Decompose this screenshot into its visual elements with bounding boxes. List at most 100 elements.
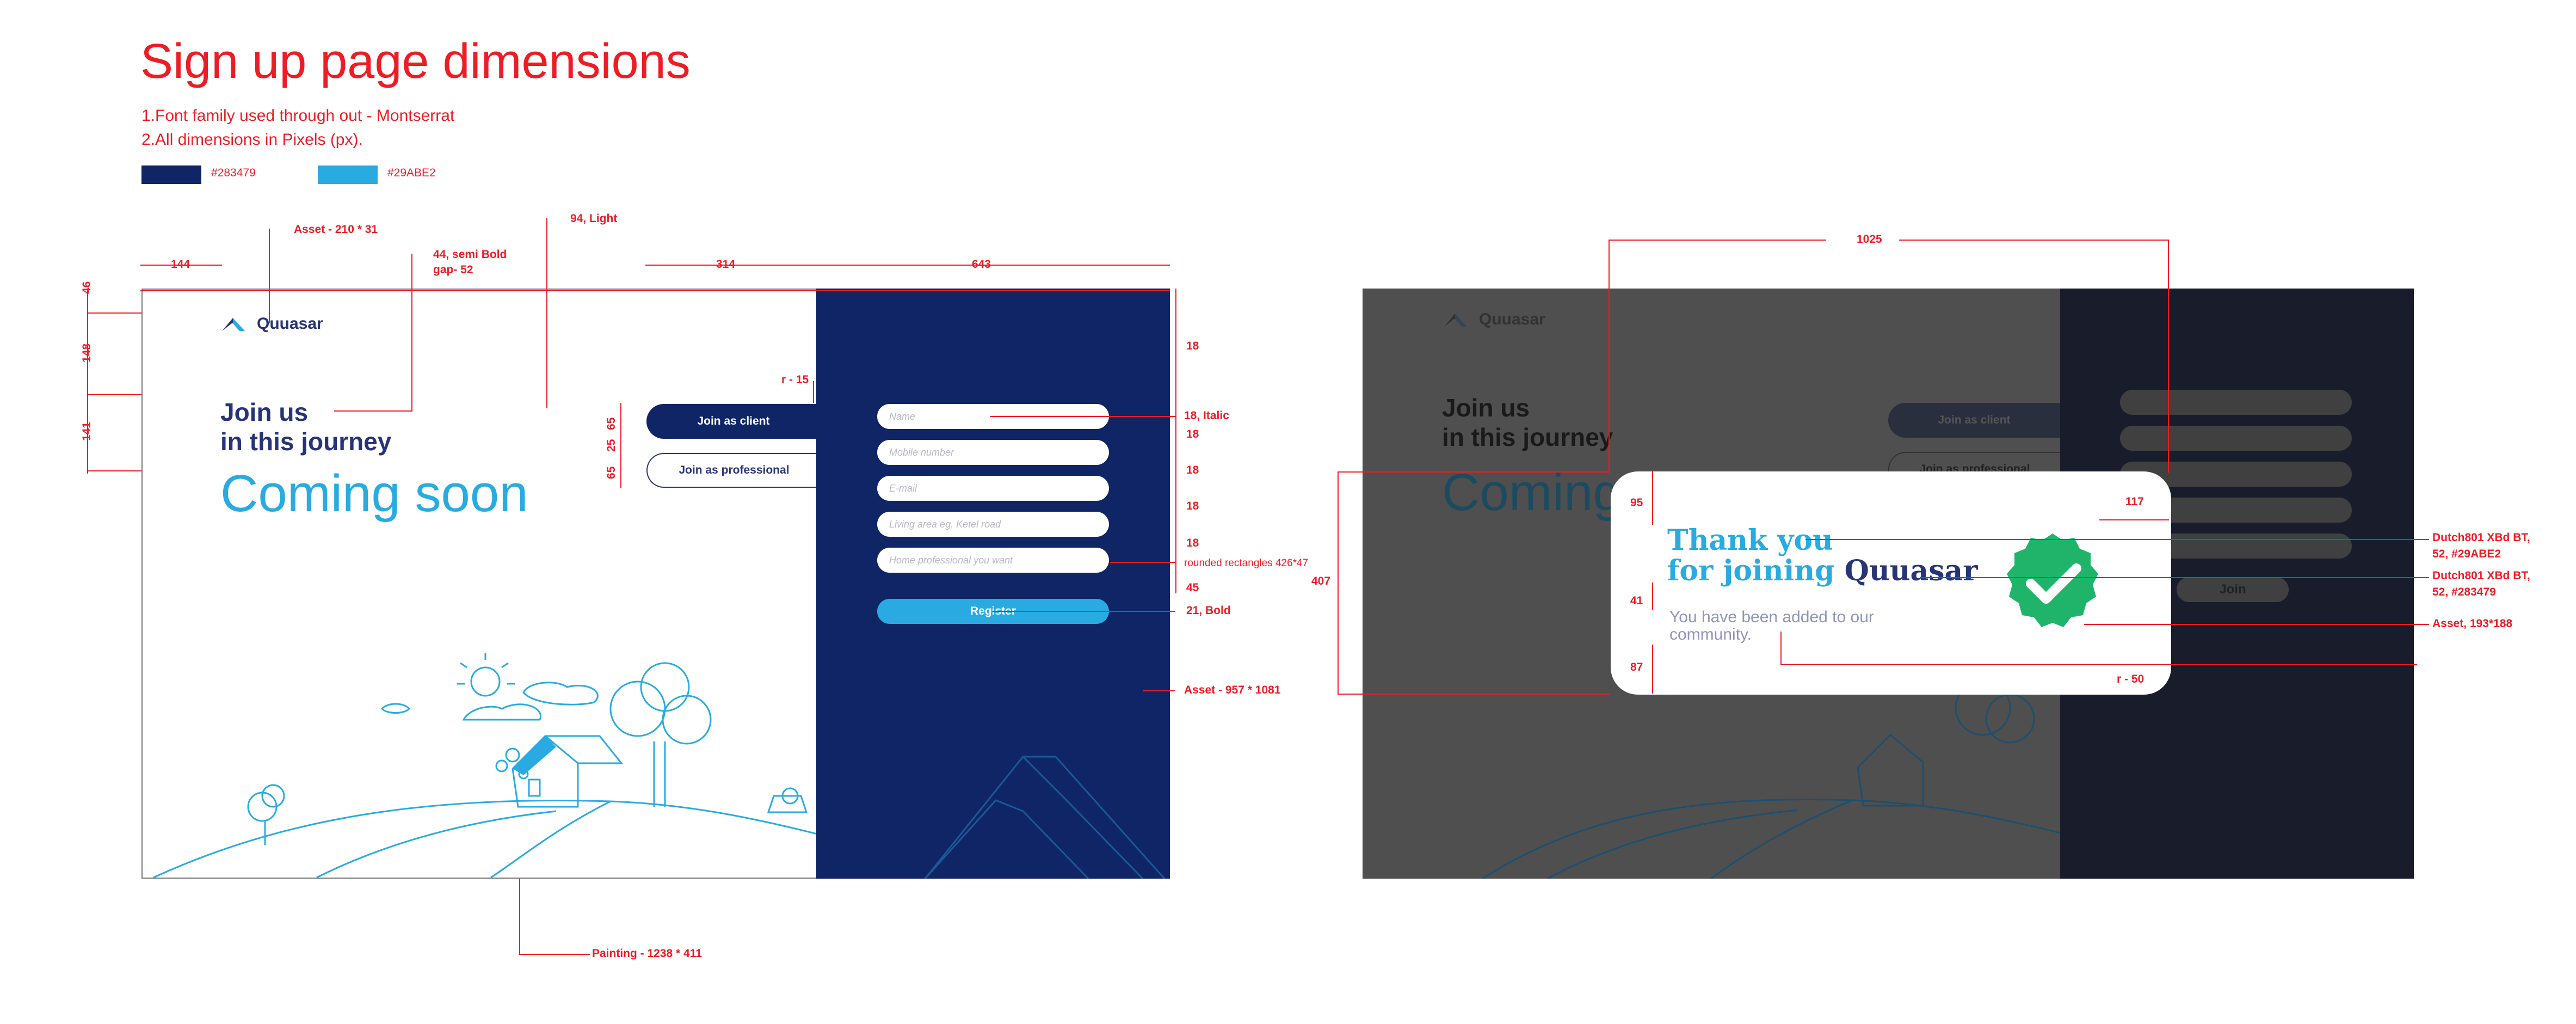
rounded-leader bbox=[1110, 562, 1175, 563]
added-message: You have been added to our community. bbox=[1669, 608, 1874, 643]
asset-right-leader bbox=[1143, 690, 1175, 691]
coming-soon-title: Coming soon bbox=[220, 464, 528, 523]
dim-join-button: Join bbox=[2177, 577, 2289, 602]
logo-mark-icon bbox=[222, 318, 245, 331]
tabs-dim-line bbox=[620, 403, 621, 488]
dim-top-line bbox=[140, 290, 1170, 291]
r15-leader bbox=[813, 381, 814, 403]
ann-18-top: 18 bbox=[1186, 340, 1199, 352]
mobile-field[interactable]: Mobile number bbox=[877, 440, 1109, 465]
ann-r50: r - 50 bbox=[2117, 673, 2144, 685]
ann-18-2: 18 bbox=[1186, 464, 1199, 476]
check-badge-icon bbox=[2007, 534, 2098, 627]
ann-95: 95 bbox=[1630, 496, 1643, 509]
ann-font-navy-2: 52, #283479 bbox=[2432, 586, 2496, 598]
ann-643: 643 bbox=[972, 258, 991, 271]
thank-you-modal: Thank you for joining Quuasar You have b… bbox=[1611, 471, 2171, 695]
ann-asset-logo: Asset - 210 * 31 bbox=[294, 223, 378, 236]
dim-tab-join-as-client: Join as client bbox=[1888, 403, 2060, 438]
ann-18-3: 18 bbox=[1186, 500, 1199, 512]
ann-asset-check: Asset, 193*188 bbox=[2432, 617, 2513, 630]
dim-field-2 bbox=[2120, 426, 2352, 451]
dim-left-vertical bbox=[87, 289, 88, 474]
dim-1025-top-l bbox=[1609, 240, 1826, 241]
navy-swatch bbox=[141, 165, 201, 184]
font-navy-leader bbox=[1921, 577, 2429, 578]
asset-logo-leader bbox=[269, 229, 270, 323]
tab-join-as-professional[interactable]: Join as professional bbox=[646, 453, 821, 488]
dim-407-vertical bbox=[1338, 471, 1339, 695]
signup-form-panel bbox=[816, 289, 1170, 879]
dim-41-line bbox=[1652, 582, 1653, 610]
ann-148: 148 bbox=[81, 343, 93, 363]
ann-65a: 65 bbox=[605, 417, 618, 430]
email-field[interactable]: E-mail bbox=[877, 476, 1109, 501]
message-leader-v bbox=[1780, 631, 1782, 665]
join-heading: Join us in this journey bbox=[220, 397, 391, 456]
italic-leader bbox=[990, 416, 1175, 417]
ann-light-94: 94, Light bbox=[570, 212, 618, 225]
ann-65b: 65 bbox=[605, 466, 618, 479]
dim-95-line bbox=[1652, 471, 1653, 525]
painting-leader bbox=[519, 879, 520, 955]
dim-117-line bbox=[2099, 519, 2169, 520]
ann-asset-right: Asset - 957 * 1081 bbox=[1184, 684, 1281, 696]
dim-407-top bbox=[1338, 471, 1610, 473]
brand-name: Quuasar bbox=[257, 315, 323, 333]
brand-logo: Quuasar bbox=[221, 315, 323, 333]
ann-painting: Painting - 1238 * 411 bbox=[592, 947, 702, 960]
bold-leader bbox=[993, 611, 1175, 612]
ann-semibold-44: 44, semi Bold bbox=[433, 248, 507, 261]
thank-you-line1: Thank you bbox=[1667, 524, 1833, 557]
spec-note-font: 1.Font family used through out - Montser… bbox=[141, 107, 455, 125]
right-dim-line bbox=[1175, 289, 1176, 593]
tab-join-as-client[interactable]: Join as client bbox=[646, 404, 821, 439]
ann-407: 407 bbox=[1311, 575, 1331, 587]
ann-18-4: 18 bbox=[1186, 537, 1199, 549]
landscape-painting bbox=[153, 653, 817, 878]
blue-swatch-label: #29ABE2 bbox=[387, 167, 436, 179]
dim-brand-logo: Quuasar bbox=[1443, 310, 1545, 329]
ann-bold-21: 21, Bold bbox=[1186, 604, 1231, 617]
ann-141: 141 bbox=[81, 421, 93, 441]
ann-41: 41 bbox=[1630, 594, 1643, 607]
professional-field[interactable]: Home professional you want bbox=[877, 548, 1109, 573]
ann-18-italic: 18, Italic bbox=[1184, 409, 1229, 422]
ann-1025: 1025 bbox=[1857, 233, 1882, 246]
font-blue-leader bbox=[1805, 539, 2429, 540]
ann-45: 45 bbox=[1186, 581, 1199, 594]
dim-1025-right bbox=[2168, 240, 2169, 473]
ann-117: 117 bbox=[2125, 495, 2144, 508]
semibold-leader-h bbox=[334, 410, 412, 412]
spec-note-units: 2.All dimensions in Pixels (px). bbox=[141, 131, 363, 149]
dim-join-heading-line1: Join us bbox=[1442, 394, 1530, 422]
ann-gap-52: gap- 52 bbox=[433, 263, 473, 276]
ann-18-1: 18 bbox=[1186, 428, 1199, 440]
join-heading-line1: Join us bbox=[220, 398, 309, 426]
join-heading-line2: in this journey bbox=[220, 427, 392, 456]
ann-rounded: rounded rectangles 426*47 bbox=[1184, 557, 1309, 569]
ann-r15: r - 15 bbox=[781, 373, 809, 386]
dim-field-1 bbox=[2120, 390, 2352, 415]
ann-144: 144 bbox=[171, 258, 190, 271]
thank-you-brand: Quuasar bbox=[1844, 554, 1978, 587]
semibold-leader bbox=[411, 254, 412, 412]
asset-check-leader bbox=[2084, 624, 2429, 625]
dim-1025-left bbox=[1609, 240, 1610, 473]
ann-87: 87 bbox=[1630, 661, 1643, 673]
dim-46-tick bbox=[87, 312, 141, 314]
dim-407-bottom bbox=[1338, 694, 1610, 695]
dim-1025-top-r bbox=[1899, 240, 2169, 241]
navy-swatch-label: #283479 bbox=[211, 167, 256, 179]
painting-leader-h bbox=[519, 954, 590, 955]
dim-141-tick bbox=[87, 470, 141, 471]
logo-mark-icon bbox=[1444, 314, 1467, 327]
blue-swatch bbox=[318, 165, 378, 184]
ann-25: 25 bbox=[605, 439, 618, 452]
living-area-field[interactable]: Living area eg. Ketel road bbox=[877, 512, 1109, 537]
dim-148-tick bbox=[87, 394, 141, 395]
light-94-leader bbox=[546, 218, 547, 408]
message-leader-h bbox=[1780, 664, 2417, 665]
ann-font-navy-1: Dutch801 XBd BT, bbox=[2432, 569, 2530, 582]
thank-you-line2: for joining Quuasar bbox=[1667, 554, 1978, 587]
